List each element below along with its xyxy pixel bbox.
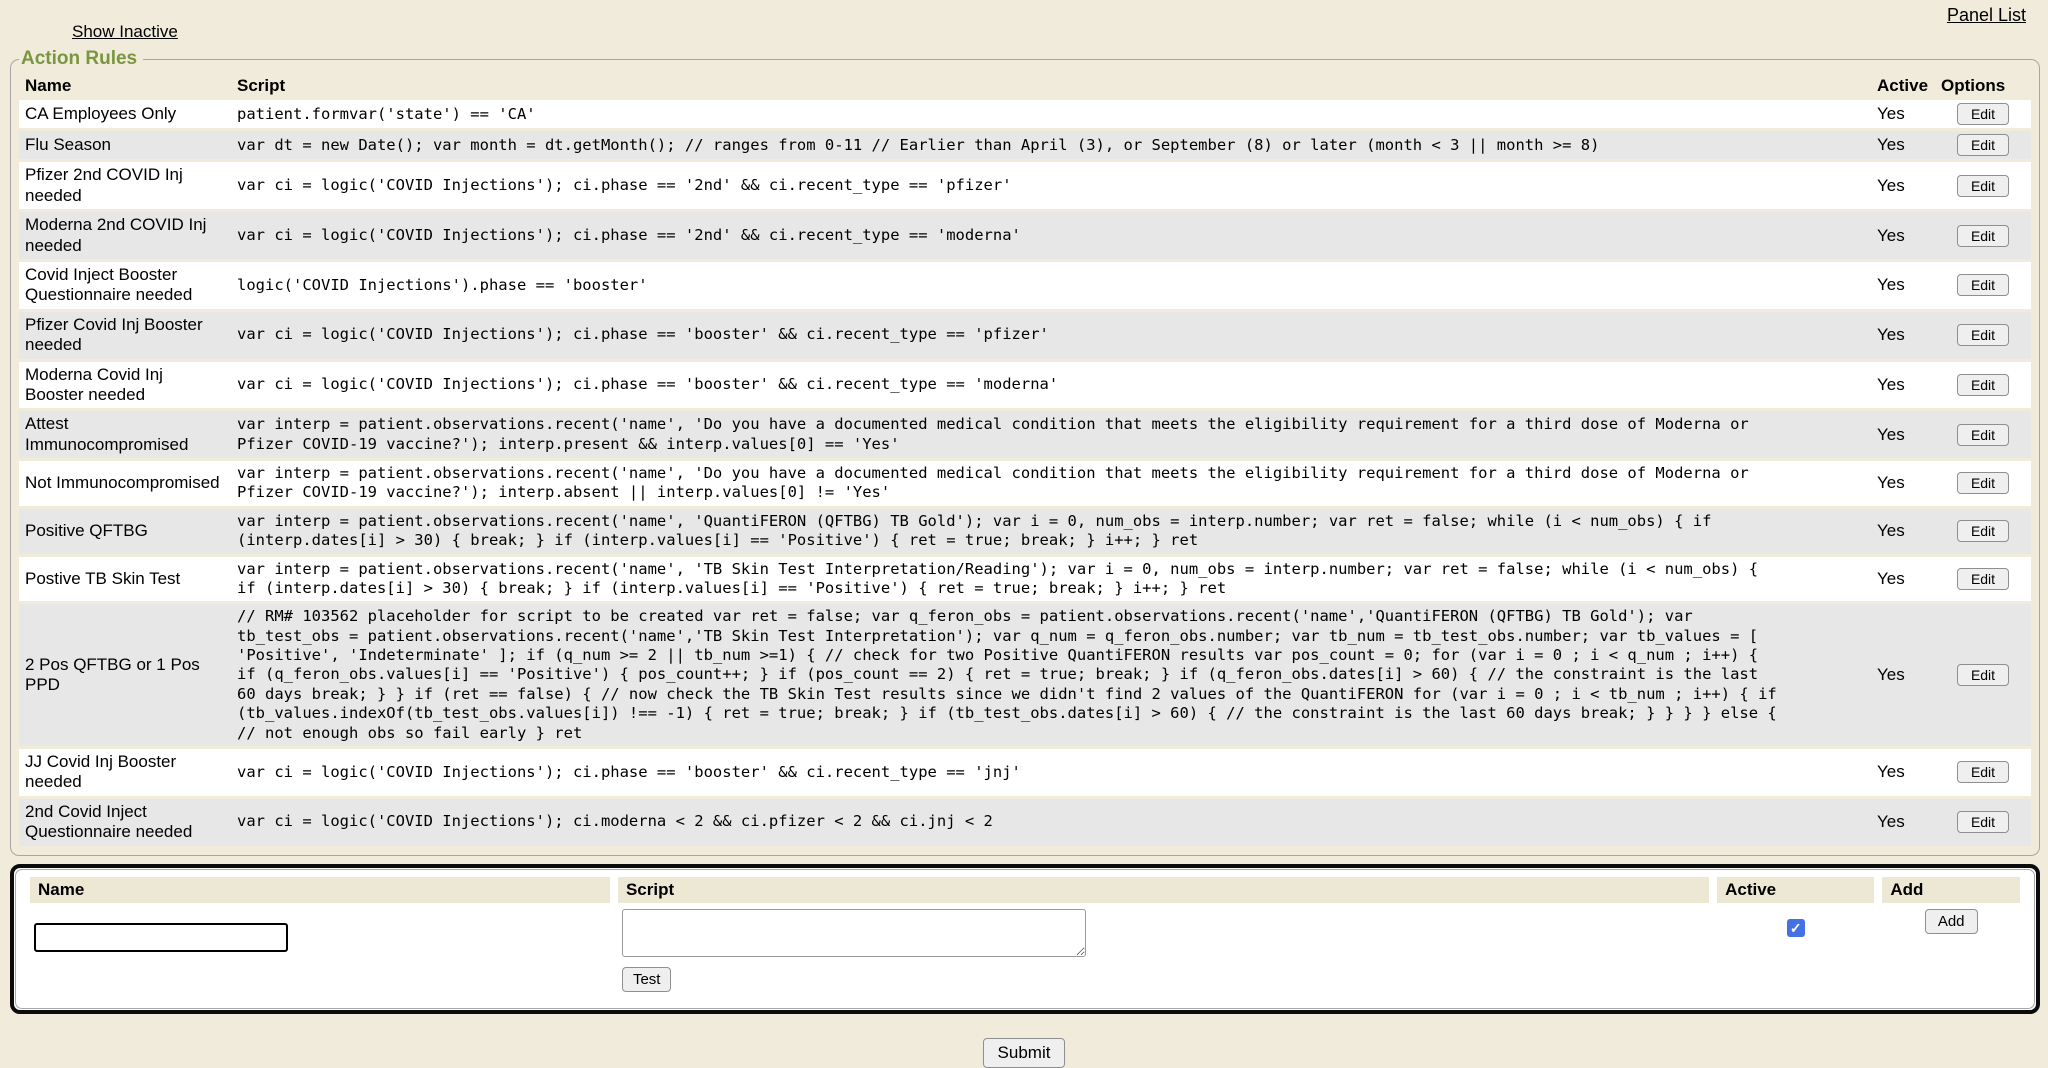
rule-script: logic('COVID Injections').phase == 'boos…: [237, 276, 1782, 295]
rule-active-value: Yes: [1871, 411, 1935, 458]
edit-button[interactable]: Edit: [1957, 225, 2009, 247]
check-icon: ✓: [1790, 920, 1802, 936]
edit-button[interactable]: Edit: [1957, 175, 2009, 197]
table-row: CA Employees Only patient.formvar('state…: [19, 100, 2031, 128]
edit-button[interactable]: Edit: [1957, 374, 2009, 396]
rule-name: Postive TB Skin Test: [19, 557, 231, 602]
table-row: Flu Season var dt = new Date(); var mont…: [19, 131, 2031, 159]
rule-name: 2nd Covid Inject Questionnaire needed: [19, 799, 231, 846]
table-row: Attest Immunocompromised var interp = pa…: [19, 411, 2031, 458]
column-header-active: Active: [1871, 75, 1935, 97]
add-column-header-script: Script: [618, 877, 1709, 903]
rule-name: Moderna 2nd COVID Inj needed: [19, 212, 231, 259]
edit-button[interactable]: Edit: [1957, 134, 2009, 156]
rules-table-body: CA Employees Only patient.formvar('state…: [19, 100, 2031, 845]
rule-active-value: Yes: [1871, 362, 1935, 409]
rule-active-value: Yes: [1871, 131, 1935, 159]
rule-name: CA Employees Only: [19, 100, 231, 128]
show-inactive-link[interactable]: Show Inactive: [72, 22, 178, 42]
rule-script: var interp = patient.observations.recent…: [237, 415, 1782, 454]
rule-active-value: Yes: [1871, 312, 1935, 359]
add-form-input-row: Test ✓ Add: [30, 907, 2020, 994]
new-rule-script-textarea[interactable]: [622, 909, 1086, 957]
add-button[interactable]: Add: [1925, 909, 1978, 934]
rule-active-value: Yes: [1871, 262, 1935, 309]
rule-active-value: Yes: [1871, 799, 1935, 846]
rule-name: Pfizer Covid Inj Booster needed: [19, 312, 231, 359]
rule-name: Pfizer 2nd COVID Inj needed: [19, 162, 231, 209]
table-row: Moderna 2nd COVID Inj needed var ci = lo…: [19, 212, 2031, 259]
table-row: Moderna Covid Inj Booster needed var ci …: [19, 362, 2031, 409]
table-row: Postive TB Skin Test var interp = patien…: [19, 557, 2031, 602]
add-rule-form-frame: Name Script Active Add Test ✓: [10, 864, 2040, 1014]
submit-row: Submit: [0, 1038, 2048, 1068]
table-row: Covid Inject Booster Questionnaire neede…: [19, 262, 2031, 309]
add-column-header-add: Add: [1882, 877, 2020, 903]
column-header-name: Name: [19, 75, 231, 97]
rule-active-value: Yes: [1871, 509, 1935, 554]
table-row: Positive QFTBG var interp = patient.obse…: [19, 509, 2031, 554]
submit-button[interactable]: Submit: [983, 1038, 1066, 1068]
rule-name: Covid Inject Booster Questionnaire neede…: [19, 262, 231, 309]
action-rules-legend: Action Rules: [19, 48, 143, 70]
rule-script: var interp = patient.observations.recent…: [237, 512, 1782, 551]
table-row: JJ Covid Inj Booster needed var ci = log…: [19, 749, 2031, 796]
add-rule-form: Name Script Active Add Test ✓: [15, 869, 2035, 1009]
rule-script: var ci = logic('COVID Injections'); ci.m…: [237, 812, 1782, 831]
edit-button[interactable]: Edit: [1957, 761, 2009, 783]
add-column-header-active: Active: [1717, 877, 1874, 903]
rule-name: Attest Immunocompromised: [19, 411, 231, 458]
edit-button[interactable]: Edit: [1957, 324, 2009, 346]
new-rule-active-checkbox[interactable]: ✓: [1787, 919, 1805, 937]
edit-button[interactable]: Edit: [1957, 664, 2009, 686]
rule-active-value: Yes: [1871, 100, 1935, 128]
rule-name: Flu Season: [19, 131, 231, 159]
rule-script: patient.formvar('state') == 'CA': [237, 105, 1782, 124]
rule-script: var ci = logic('COVID Injections'); ci.p…: [237, 176, 1782, 195]
add-column-header-name: Name: [30, 877, 610, 903]
rule-name: Not Immunocompromised: [19, 461, 231, 506]
rule-script: var interp = patient.observations.recent…: [237, 560, 1782, 599]
action-rules-panel: Action Rules Name Script Active Options …: [10, 48, 2040, 856]
rule-active-value: Yes: [1871, 749, 1935, 796]
add-form-header-row: Name Script Active Add: [30, 877, 2020, 903]
edit-button[interactable]: Edit: [1957, 424, 2009, 446]
rule-active-value: Yes: [1871, 604, 1935, 746]
rule-name: Positive QFTBG: [19, 509, 231, 554]
rule-active-value: Yes: [1871, 162, 1935, 209]
top-bar: Show Inactive Panel List: [0, 0, 2048, 48]
edit-button[interactable]: Edit: [1957, 520, 2009, 542]
table-row: 2 Pos QFTBG or 1 Pos PPD // RM# 103562 p…: [19, 604, 2031, 746]
edit-button[interactable]: Edit: [1957, 811, 2009, 833]
rule-name: JJ Covid Inj Booster needed: [19, 749, 231, 796]
edit-button[interactable]: Edit: [1957, 274, 2009, 296]
action-rules-table: Name Script Active Options CA Employees …: [19, 72, 2031, 849]
rule-script: var interp = patient.observations.recent…: [237, 464, 1782, 503]
rule-active-value: Yes: [1871, 557, 1935, 602]
table-row: Not Immunocompromised var interp = patie…: [19, 461, 2031, 506]
rule-script: // RM# 103562 placeholder for script to …: [237, 607, 1782, 743]
rule-script: var ci = logic('COVID Injections'); ci.p…: [237, 226, 1782, 245]
table-row: 2nd Covid Inject Questionnaire needed va…: [19, 799, 2031, 846]
panel-list-link[interactable]: Panel List: [1947, 5, 2026, 26]
column-header-options: Options: [1935, 75, 2031, 97]
table-row: Pfizer 2nd COVID Inj needed var ci = log…: [19, 162, 2031, 209]
test-button[interactable]: Test: [622, 967, 672, 992]
column-header-script: Script: [231, 75, 1871, 97]
edit-button[interactable]: Edit: [1957, 103, 2009, 125]
rule-name: Moderna Covid Inj Booster needed: [19, 362, 231, 409]
rule-script: var ci = logic('COVID Injections'); ci.p…: [237, 325, 1782, 344]
new-rule-name-input[interactable]: [34, 923, 288, 952]
rule-script: var ci = logic('COVID Injections'); ci.p…: [237, 375, 1782, 394]
table-row: Pfizer Covid Inj Booster needed var ci =…: [19, 312, 2031, 359]
table-header-row: Name Script Active Options: [19, 75, 2031, 97]
rule-script: var dt = new Date(); var month = dt.getM…: [237, 136, 1782, 155]
rule-name: 2 Pos QFTBG or 1 Pos PPD: [19, 604, 231, 746]
rule-active-value: Yes: [1871, 212, 1935, 259]
edit-button[interactable]: Edit: [1957, 568, 2009, 590]
rule-active-value: Yes: [1871, 461, 1935, 506]
edit-button[interactable]: Edit: [1957, 472, 2009, 494]
rule-script: var ci = logic('COVID Injections'); ci.p…: [237, 763, 1782, 782]
